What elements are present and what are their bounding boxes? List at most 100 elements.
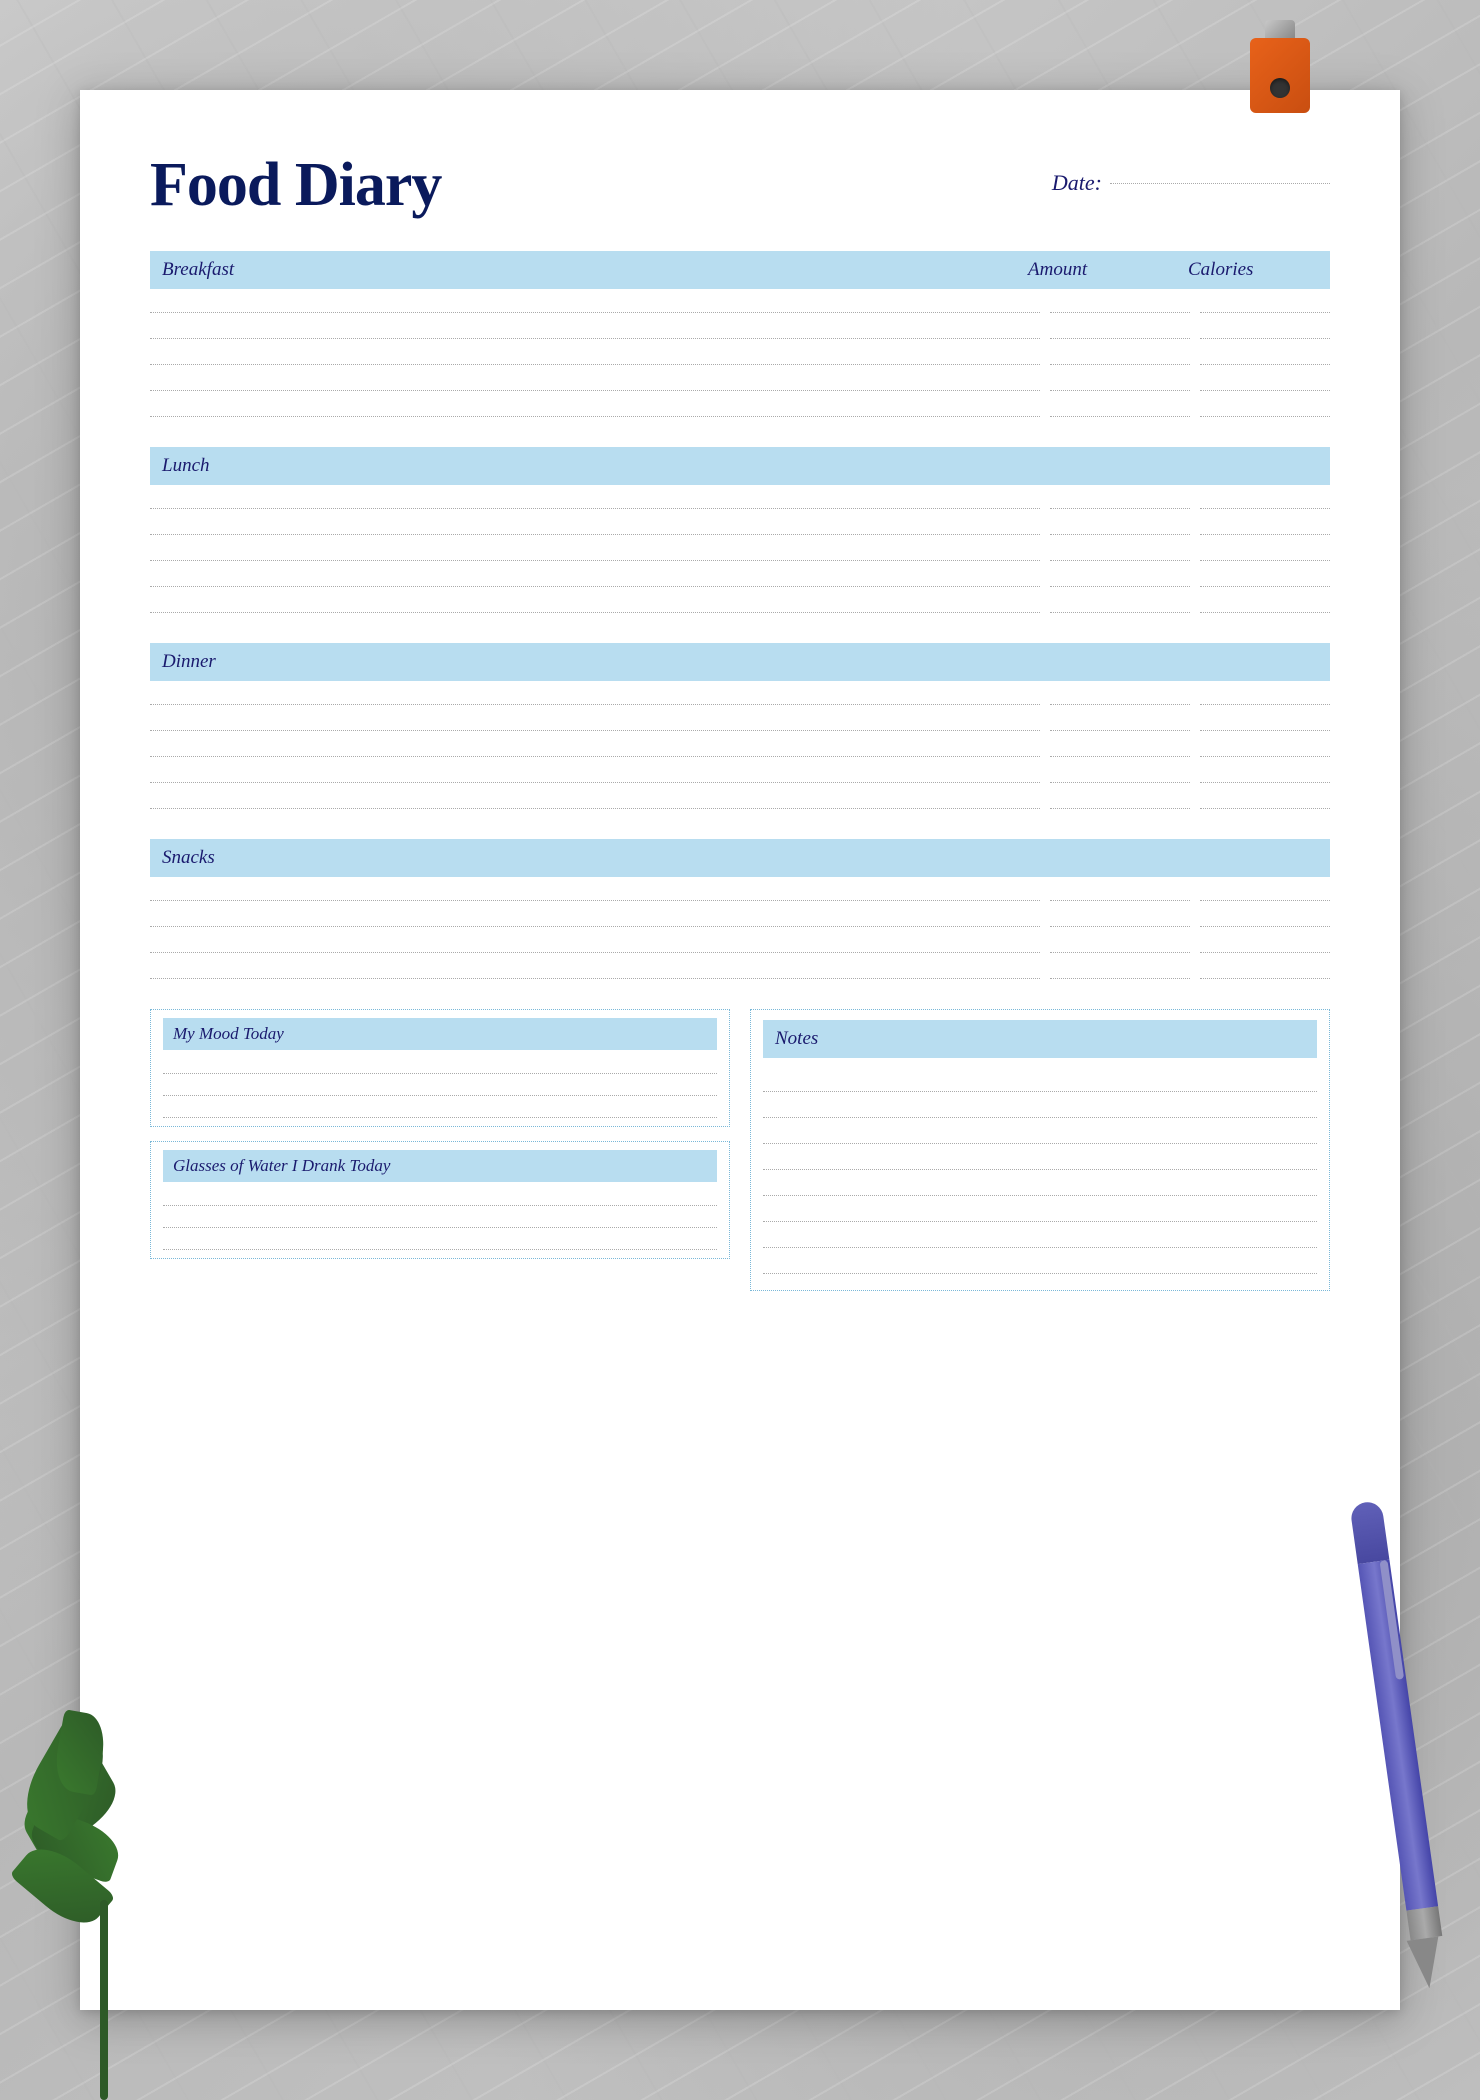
notes-input-line[interactable] [763, 1178, 1317, 1196]
food-input-line[interactable] [150, 713, 1040, 731]
amount-input-line[interactable] [1050, 373, 1190, 391]
amount-input-line[interactable] [1050, 399, 1190, 417]
food-input-line[interactable] [150, 909, 1040, 927]
amount-input-line[interactable] [1050, 543, 1190, 561]
table-row [150, 589, 1330, 615]
lunch-label: Lunch [162, 455, 210, 477]
mood-input-line[interactable] [163, 1058, 717, 1074]
water-input-line[interactable] [163, 1234, 717, 1250]
food-input-line[interactable] [150, 791, 1040, 809]
sharpener-hole [1270, 78, 1290, 98]
notes-header: Notes [763, 1020, 1317, 1058]
amount-input-line[interactable] [1050, 935, 1190, 953]
mood-input-line[interactable] [163, 1080, 717, 1096]
calories-input-line[interactable] [1200, 909, 1330, 927]
food-input-line[interactable] [150, 739, 1040, 757]
calories-input-line[interactable] [1200, 373, 1330, 391]
calories-input-line[interactable] [1200, 765, 1330, 783]
header: Food Diary Date: [150, 150, 1330, 221]
calories-input-line[interactable] [1200, 883, 1330, 901]
food-input-line[interactable] [150, 687, 1040, 705]
calories-input-line[interactable] [1200, 321, 1330, 339]
food-input-line[interactable] [150, 765, 1040, 783]
snacks-section: Snacks [150, 839, 1330, 981]
table-row [150, 537, 1330, 563]
food-input-line[interactable] [150, 491, 1040, 509]
mood-input-line[interactable] [163, 1102, 717, 1118]
food-input-line[interactable] [150, 569, 1040, 587]
amount-input-line[interactable] [1050, 321, 1190, 339]
food-input-line[interactable] [150, 595, 1040, 613]
amount-input-line[interactable] [1050, 517, 1190, 535]
mood-lines [163, 1058, 717, 1118]
amount-input-line[interactable] [1050, 295, 1190, 313]
snacks-label: Snacks [162, 847, 215, 869]
table-row [150, 929, 1330, 955]
food-input-line[interactable] [150, 295, 1040, 313]
notes-input-line[interactable] [763, 1126, 1317, 1144]
water-input-line[interactable] [163, 1190, 717, 1206]
calories-input-line[interactable] [1200, 347, 1330, 365]
pen-grip [1406, 1906, 1442, 1940]
mood-header: My Mood Today [163, 1018, 717, 1050]
pen-top [1349, 1500, 1389, 1564]
amount-input-line[interactable] [1050, 909, 1190, 927]
food-input-line[interactable] [150, 961, 1040, 979]
calories-input-line[interactable] [1200, 713, 1330, 731]
table-row [150, 393, 1330, 419]
table-row [150, 785, 1330, 811]
food-input-line[interactable] [150, 543, 1040, 561]
calories-input-line[interactable] [1200, 935, 1330, 953]
amount-input-line[interactable] [1050, 765, 1190, 783]
amount-input-line[interactable] [1050, 739, 1190, 757]
calories-input-line[interactable] [1200, 595, 1330, 613]
food-input-line[interactable] [150, 935, 1040, 953]
calories-input-line[interactable] [1200, 517, 1330, 535]
page-title: Food Diary [150, 150, 441, 221]
calories-input-line[interactable] [1200, 739, 1330, 757]
calories-input-line[interactable] [1200, 295, 1330, 313]
amount-input-line[interactable] [1050, 491, 1190, 509]
calories-input-line[interactable] [1200, 399, 1330, 417]
food-input-line[interactable] [150, 883, 1040, 901]
amount-input-line[interactable] [1050, 595, 1190, 613]
notes-input-line[interactable] [763, 1100, 1317, 1118]
calories-label: Calories [1188, 259, 1253, 280]
table-row [150, 485, 1330, 511]
amount-input-line[interactable] [1050, 961, 1190, 979]
water-lines [163, 1190, 717, 1250]
amount-input-line[interactable] [1050, 569, 1190, 587]
amount-input-line[interactable] [1050, 883, 1190, 901]
food-input-line[interactable] [150, 373, 1040, 391]
calories-input-line[interactable] [1200, 543, 1330, 561]
notes-input-line[interactable] [763, 1074, 1317, 1092]
food-input-line[interactable] [150, 321, 1040, 339]
breakfast-header: Breakfast Amount Calories [150, 251, 1330, 289]
food-input-line[interactable] [150, 517, 1040, 535]
notes-input-line[interactable] [763, 1256, 1317, 1274]
table-row [150, 759, 1330, 785]
date-line[interactable] [1110, 183, 1330, 184]
calories-input-line[interactable] [1200, 491, 1330, 509]
notes-input-line[interactable] [763, 1152, 1317, 1170]
water-input-line[interactable] [163, 1212, 717, 1228]
date-label: Date: [1052, 170, 1102, 196]
notes-input-line[interactable] [763, 1204, 1317, 1222]
food-input-line[interactable] [150, 347, 1040, 365]
food-input-line[interactable] [150, 399, 1040, 417]
snacks-rows [150, 877, 1330, 981]
calories-input-line[interactable] [1200, 687, 1330, 705]
amount-input-line[interactable] [1050, 713, 1190, 731]
calories-input-line[interactable] [1200, 791, 1330, 809]
table-row [150, 289, 1330, 315]
dinner-section: Dinner [150, 643, 1330, 811]
calories-input-line[interactable] [1200, 961, 1330, 979]
amount-input-line[interactable] [1050, 791, 1190, 809]
notes-box: Notes [750, 1009, 1330, 1291]
amount-input-line[interactable] [1050, 347, 1190, 365]
amount-input-line[interactable] [1050, 687, 1190, 705]
notes-input-line[interactable] [763, 1230, 1317, 1248]
calories-input-line[interactable] [1200, 569, 1330, 587]
amount-label-cell: Amount [1018, 259, 1178, 281]
table-row [150, 681, 1330, 707]
